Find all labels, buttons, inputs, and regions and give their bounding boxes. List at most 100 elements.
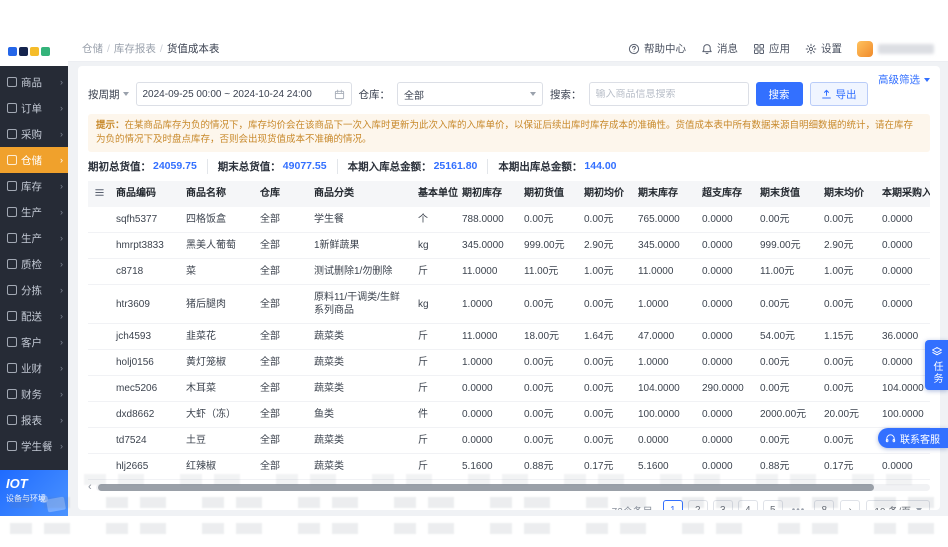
- column-header[interactable]: 期初货值: [518, 180, 578, 208]
- sidebar-item-biz-finance[interactable]: 业财: [0, 355, 68, 381]
- column-header[interactable]: 期初库存: [456, 180, 518, 208]
- breadcrumb-inventory-report[interactable]: 库存报表: [114, 41, 163, 56]
- table-cell: 全部: [254, 323, 308, 351]
- help-center-label: 帮助中心: [644, 43, 686, 55]
- column-header[interactable]: 商品名称: [180, 180, 254, 208]
- table-row[interactable]: mec5206 木耳菜 全部 蔬菜类斤 0.0000 0.00元 0.00元 104.0000…: [88, 375, 930, 403]
- table-row[interactable]: hmrpt3833 黑美人葡萄 全部 1新鲜蔬果 kg 345.0000 999.00元 2.…: [88, 232, 930, 260]
- bell-icon: [702, 43, 712, 54]
- column-header[interactable]: 期末均价: [818, 180, 876, 208]
- scrollbar-thumb[interactable]: [97, 483, 874, 491]
- column-header[interactable]: 商品编码: [110, 180, 180, 208]
- table-cell: 大虾（冻）: [180, 401, 254, 429]
- table-row[interactable]: hlj2665 红辣椒 全部 蔬菜类斤 5.1600 0.88元 0.17元 5.1600 0.…: [88, 453, 930, 481]
- search-input[interactable]: [595, 88, 742, 100]
- table-cell: 765.0000: [632, 207, 696, 234]
- sidebar-item-delivery[interactable]: 配送: [0, 303, 68, 329]
- sidebar-item-goods[interactable]: 商品: [0, 69, 68, 95]
- table-cell: 0.0000: [456, 375, 518, 403]
- date-range-input[interactable]: 2024-09-25 00:00 ~ 2024-10-24 24:00: [135, 82, 352, 106]
- table-cell: 999.00元: [754, 232, 818, 260]
- page-button-1[interactable]: 1: [662, 500, 683, 510]
- tasks-floating-button[interactable]: 任务: [925, 340, 948, 390]
- app-logo[interactable]: [0, 36, 68, 66]
- sidebar-item-sorting[interactable]: 分拣: [0, 277, 68, 303]
- column-header[interactable]: 期末货值: [754, 180, 818, 208]
- iot-panel[interactable]: IOT 设备与环境: [0, 470, 68, 516]
- column-header[interactable]: 仓库: [254, 180, 308, 208]
- page-button-3[interactable]: 3: [712, 500, 733, 510]
- logo-square-navy: [19, 46, 28, 56]
- sidebar-item-label: 商品: [21, 76, 42, 89]
- row-leading-cell: [88, 232, 110, 260]
- page-size-select[interactable]: 10 条/页: [866, 500, 930, 510]
- row-leading-cell: [88, 207, 110, 234]
- user-menu[interactable]: [857, 40, 934, 57]
- export-button[interactable]: 导出: [809, 82, 868, 106]
- column-header[interactable]: 基本单位: [412, 180, 458, 208]
- table-cell: 0.0000: [696, 284, 754, 325]
- apps-button[interactable]: 应用: [753, 41, 790, 56]
- contact-support-button[interactable]: 联系客服: [878, 428, 948, 448]
- sidebar-item-purchase[interactable]: 采购: [0, 121, 68, 147]
- table-cell: 1.0000: [632, 284, 696, 325]
- column-settings-button[interactable]: [88, 180, 110, 208]
- table-cell: 0.0000: [696, 349, 754, 377]
- scroll-left-arrow[interactable]: [88, 483, 92, 491]
- help-center-button[interactable]: 帮助中心: [628, 41, 686, 56]
- sidebar-item-report[interactable]: 报表: [0, 407, 68, 433]
- period-mode-dropdown[interactable]: 按周期: [88, 87, 129, 102]
- chevron-down-icon: [122, 92, 129, 96]
- sidebar-item-quality[interactable]: 质检: [0, 251, 68, 277]
- sidebar-item-student-meal[interactable]: 学生餐: [0, 433, 68, 459]
- table-cell: 件: [412, 401, 456, 429]
- sidebar-item-inventory[interactable]: 库存: [0, 173, 68, 199]
- table-row[interactable]: sqfh5377 四格饭盒 全部 学生餐个 788.0000 0.00元 0.00元 765.…: [88, 207, 930, 234]
- table-cell: 0.00元: [578, 284, 632, 325]
- sidebar-item-production-2[interactable]: 生产: [0, 225, 68, 251]
- advanced-filter-toggle[interactable]: 高级筛选: [878, 72, 930, 87]
- iot-illustration: [46, 496, 66, 513]
- table-header-row: 商品编码 商品名称 仓库 商品分类 基本单位 期初库存 期初货值 期初均价 期末库存 超支库存 期末…: [88, 180, 930, 208]
- sidebar-item-customer[interactable]: 客户: [0, 329, 68, 355]
- warehouse-select[interactable]: 全部: [397, 82, 543, 106]
- scrollbar-track[interactable]: [95, 483, 930, 491]
- breadcrumb-warehouse[interactable]: 仓储: [82, 41, 110, 56]
- page-button-4[interactable]: 4: [737, 500, 758, 510]
- table-row[interactable]: htr3609 猪后腿肉 全部 原料11/干调类/生鲜系列商品 kg 1.0000 0.00…: [88, 284, 930, 325]
- page-button-2[interactable]: 2: [687, 500, 708, 510]
- table-cell: 0.00元: [518, 427, 578, 455]
- table-cell: 0.00元: [578, 427, 632, 455]
- table-cell: 0.0000: [696, 427, 754, 455]
- table-cell: 1.15元: [818, 323, 876, 351]
- table-row[interactable]: dxd8662 大虾（冻） 全部 鱼类件 0.0000 0.00元 0.00元 100.000…: [88, 401, 930, 429]
- column-header[interactable]: 本期采购入量: [876, 180, 930, 208]
- summary-bar: 期初总货值： 24059.75 期末总货值： 49077.55 本期入库总金额：…: [88, 158, 930, 174]
- messages-button[interactable]: 消息: [701, 41, 738, 56]
- table-cell: 1.0000: [456, 284, 518, 325]
- sidebar-item-finance[interactable]: 财务: [0, 381, 68, 407]
- sidebar-item-order[interactable]: 订单: [0, 95, 68, 121]
- next-page-button[interactable]: ›: [840, 500, 861, 510]
- table-cell: 100.0000: [876, 401, 930, 429]
- table-cell: 11.0000: [456, 258, 518, 286]
- table-cell: 斤: [412, 349, 456, 377]
- settings-button[interactable]: 设置: [805, 41, 842, 56]
- search-button[interactable]: 搜索: [755, 82, 803, 106]
- table-row[interactable]: jch4593 韭菜花 全部 蔬菜类斤 11.0000 18.00元 1.64元 47.000…: [88, 323, 930, 351]
- column-header[interactable]: 商品分类: [308, 180, 412, 208]
- sidebar-item-warehouse[interactable]: 仓储: [0, 147, 68, 173]
- sidebar-item-production[interactable]: 生产: [0, 199, 68, 225]
- column-header[interactable]: 超支库存: [696, 180, 754, 208]
- table-row[interactable]: td7524 土豆 全部 蔬菜类斤 0.0000 0.00元 0.00元 0.0000 0.00…: [88, 427, 930, 455]
- table-row[interactable]: holj0156 黄灯笼椒 全部 蔬菜类斤 1.0000 0.00元 0.00元 1.0000…: [88, 349, 930, 377]
- column-header[interactable]: 期初均价: [578, 180, 632, 208]
- table-row[interactable]: c8718 菜全部 测试删除1/勿删除斤 11.0000 11.00元 1.00元 11.0…: [88, 258, 930, 286]
- page-button-5[interactable]: 5: [762, 500, 783, 510]
- pagination-bar: 72个条目 12345 ••• 8 › 10 条/页: [88, 499, 930, 510]
- page-button-8[interactable]: 8: [814, 500, 835, 510]
- column-header[interactable]: 期末库存: [632, 180, 696, 208]
- table-cell: 蔬菜类: [308, 349, 412, 377]
- column-settings-icon: [95, 188, 104, 196]
- summary-item: 期末总货值： 49077.55: [206, 158, 327, 174]
